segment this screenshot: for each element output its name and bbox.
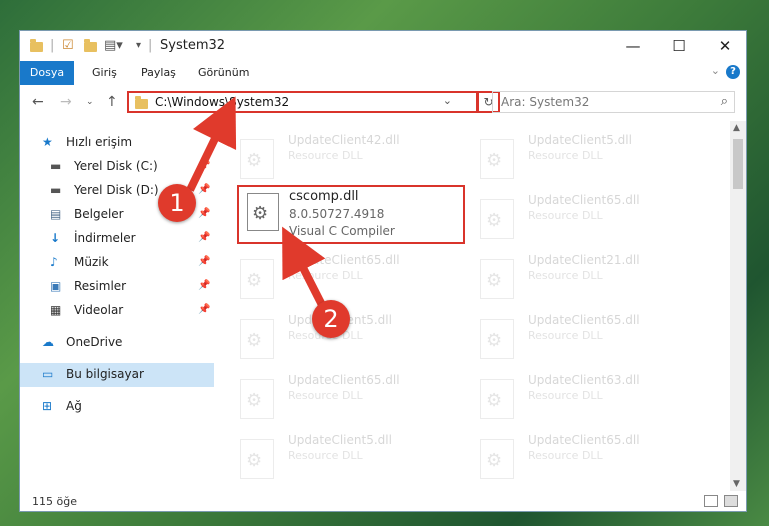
arrow-2 (282, 226, 326, 307)
step-badge-1: 1 (158, 184, 196, 222)
arrow-1 (186, 96, 237, 192)
step-badge-2: 2 (312, 300, 350, 338)
annotation-arrows (186, 96, 326, 307)
